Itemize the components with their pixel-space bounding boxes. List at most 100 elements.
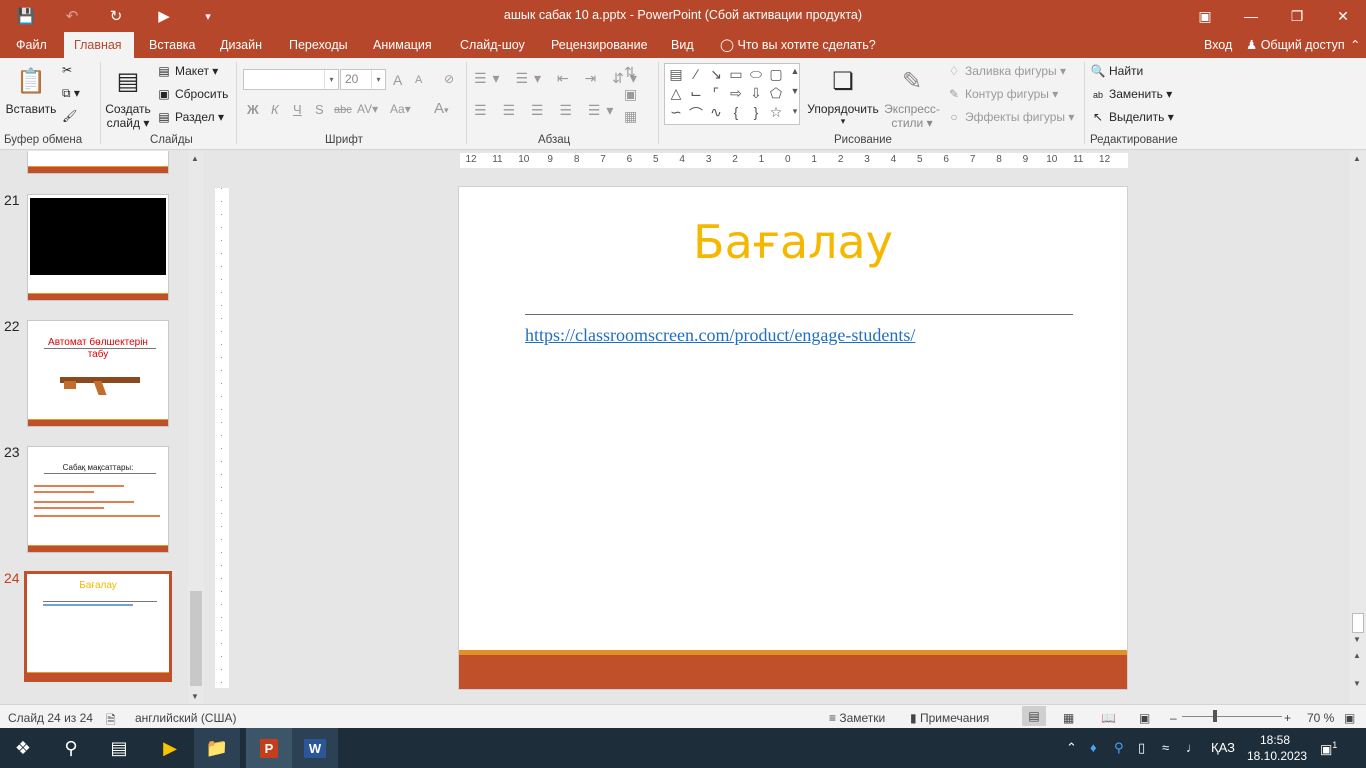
comments-button[interactable]: ▮ Примечания	[910, 711, 989, 725]
clock[interactable]: 18:58 18.10.2023	[1247, 732, 1307, 764]
slide-thumbnail-24[interactable]: Бағалау	[24, 571, 172, 682]
arrange-button[interactable]: ❏ Упорядочить ▾	[806, 64, 880, 127]
scroll-thumb[interactable]	[1352, 613, 1364, 633]
zoom-slider[interactable]	[1182, 716, 1282, 717]
strikethrough-button[interactable]: abc	[334, 104, 352, 116]
next-slide-icon[interactable]: ▼	[1353, 679, 1361, 688]
notes-button[interactable]: ≡ Заметки	[829, 711, 885, 725]
connector-shape-icon[interactable]: ⌙	[686, 85, 706, 102]
wave-shape-icon[interactable]: ∿	[706, 104, 726, 121]
tab-insert[interactable]: Вставка	[139, 32, 205, 58]
slide-thumbnail-20[interactable]	[27, 151, 169, 174]
previous-slide-icon[interactable]: ▲	[1353, 651, 1361, 660]
reading-view-icon[interactable]: 📖	[1101, 711, 1116, 725]
bluetooth-icon[interactable]: ♦	[1090, 740, 1097, 755]
slide-thumbnail-22[interactable]: Автомат бөлшектерін табу	[27, 320, 169, 427]
italic-button[interactable]: К	[271, 102, 279, 117]
tab-transitions[interactable]: Переходы	[279, 32, 358, 58]
location-icon[interactable]: ⚲	[1114, 740, 1124, 756]
find-button[interactable]: 🔍 Найти	[1090, 64, 1144, 78]
elbow-shape-icon[interactable]: ⌜	[706, 85, 726, 102]
bold-button[interactable]: Ж	[247, 102, 259, 117]
word-taskbar-icon[interactable]: W	[292, 728, 338, 768]
tell-me-box[interactable]: ◯ Что вы хотите сделать?	[720, 32, 876, 58]
tab-design[interactable]: Дизайн	[210, 32, 272, 58]
grow-font-icon[interactable]: A	[393, 72, 402, 88]
collapse-ribbon-icon[interactable]: ⌃	[1350, 32, 1360, 58]
shadow-button[interactable]: S	[315, 102, 324, 117]
battery-icon[interactable]: ▯	[1138, 740, 1145, 756]
slide-title[interactable]: Бағалау	[459, 215, 1127, 269]
ribbon-display-options-icon[interactable]: ▣	[1182, 0, 1228, 32]
tab-animations[interactable]: Анимация	[363, 32, 442, 58]
media-player-icon[interactable]: ▶	[147, 728, 193, 768]
select-button[interactable]: ↖ Выделить ▾	[1090, 110, 1174, 124]
search-icon[interactable]: ⚲	[48, 728, 94, 768]
copy-icon[interactable]: ⧉ ▾	[62, 86, 80, 101]
curve-shape-icon[interactable]: ∽	[666, 104, 686, 121]
reset-button[interactable]: ▣ Сбросить	[156, 87, 228, 101]
wifi-icon[interactable]: ≈	[1162, 740, 1169, 755]
tab-review[interactable]: Рецензирование	[541, 32, 658, 58]
brace-right-shape-icon[interactable]: }	[746, 104, 766, 120]
paste-button[interactable]: 📋 Вставить	[4, 64, 58, 117]
textbox-shape-icon[interactable]: ▤	[666, 66, 686, 83]
underline-button[interactable]: Ч	[293, 102, 302, 117]
paragraph-align-icons[interactable]: ☰ ☰ ☰ ☰ ☰▾	[474, 102, 619, 119]
share-button[interactable]: ♟ Общий доступ	[1246, 32, 1345, 58]
star-shape-icon[interactable]: ☆	[766, 104, 786, 121]
file-explorer-icon[interactable]: 📁	[194, 728, 240, 768]
signin-link[interactable]: Вход	[1204, 32, 1232, 58]
shrink-font-icon[interactable]: A	[415, 74, 422, 86]
line-shape-icon[interactable]: ∕	[686, 66, 706, 82]
oval-shape-icon[interactable]: ⬭	[746, 66, 766, 83]
section-button[interactable]: ▤ Раздел ▾	[156, 110, 224, 124]
powerpoint-taskbar-icon[interactable]: P	[246, 728, 292, 768]
gallery-up-icon[interactable]: ▲	[785, 66, 805, 76]
triangle-shape-icon[interactable]: △	[666, 85, 686, 102]
tab-slideshow[interactable]: Слайд-шоу	[450, 32, 535, 58]
smartart-icon[interactable]: ▦	[624, 108, 637, 125]
arc-shape-icon[interactable]: ⌒	[686, 104, 706, 124]
replace-button[interactable]: ab Заменить ▾	[1090, 87, 1172, 101]
slide-canvas[interactable]: Бағалау https://classroomscreen.com/prod…	[458, 186, 1128, 690]
gallery-more-icon[interactable]: ▾	[785, 106, 805, 117]
align-text-icon[interactable]: ▣	[624, 86, 637, 103]
paragraph-list-icons[interactable]: ☰▾ ☰▾ ⇤ ⇥ ⇵▾	[474, 70, 643, 87]
minimize-button[interactable]: —	[1228, 0, 1274, 32]
format-painter-icon[interactable]: 🖌	[62, 109, 77, 123]
font-size-combo[interactable]: 20 ▾	[340, 69, 386, 90]
down-arrow-shape-icon[interactable]: ⇩	[746, 85, 766, 102]
start-windows-icon[interactable]: ❖	[0, 728, 46, 768]
scroll-down-icon[interactable]: ▼	[1353, 635, 1361, 644]
restore-button[interactable]: ❐	[1274, 0, 1320, 32]
scroll-down-icon[interactable]: ▼	[191, 692, 199, 701]
character-spacing-button[interactable]: AV▾	[357, 102, 378, 116]
scroll-up-icon[interactable]: ▲	[191, 154, 199, 163]
tab-home[interactable]: Главная	[64, 32, 134, 58]
volume-icon[interactable]: ♩	[1186, 740, 1199, 755]
normal-view-icon[interactable]: ▤	[1022, 706, 1046, 726]
scroll-thumb[interactable]	[190, 591, 202, 686]
input-language[interactable]: ҚАЗ	[1211, 740, 1235, 755]
zoom-out-icon[interactable]: –	[1170, 711, 1177, 725]
layout-button[interactable]: ▤ Макет ▾	[156, 64, 218, 78]
rectangle-shape-icon[interactable]: ▭	[726, 66, 746, 83]
show-hidden-icons[interactable]: ⌃	[1066, 740, 1077, 756]
cut-icon[interactable]: ✂	[62, 63, 72, 77]
fit-to-window-icon[interactable]: ▣	[1344, 711, 1355, 725]
slide-hyperlink[interactable]: https://classroomscreen.com/product/enga…	[525, 325, 915, 346]
language-indicator[interactable]: английский (США)	[135, 711, 236, 725]
font-color-button[interactable]: A▾	[434, 100, 449, 117]
slide-thumbnail-23[interactable]: Сабақ мақсаттары:	[27, 446, 169, 553]
font-name-combo[interactable]: ▾	[243, 69, 339, 90]
quick-styles-button[interactable]: ✎ Экспресс- стили ▾	[882, 64, 942, 131]
task-view-icon[interactable]: ▤	[96, 728, 142, 768]
tab-view[interactable]: Вид	[661, 32, 704, 58]
change-case-button[interactable]: Aa▾	[390, 102, 411, 116]
scroll-up-icon[interactable]: ▲	[1353, 154, 1361, 163]
slide-thumbnail-21[interactable]	[27, 194, 169, 301]
slideshow-view-icon[interactable]: ▣	[1139, 711, 1150, 725]
arrow-line-shape-icon[interactable]: ↘	[706, 66, 726, 83]
rounded-rect-shape-icon[interactable]: ▢	[766, 66, 786, 83]
